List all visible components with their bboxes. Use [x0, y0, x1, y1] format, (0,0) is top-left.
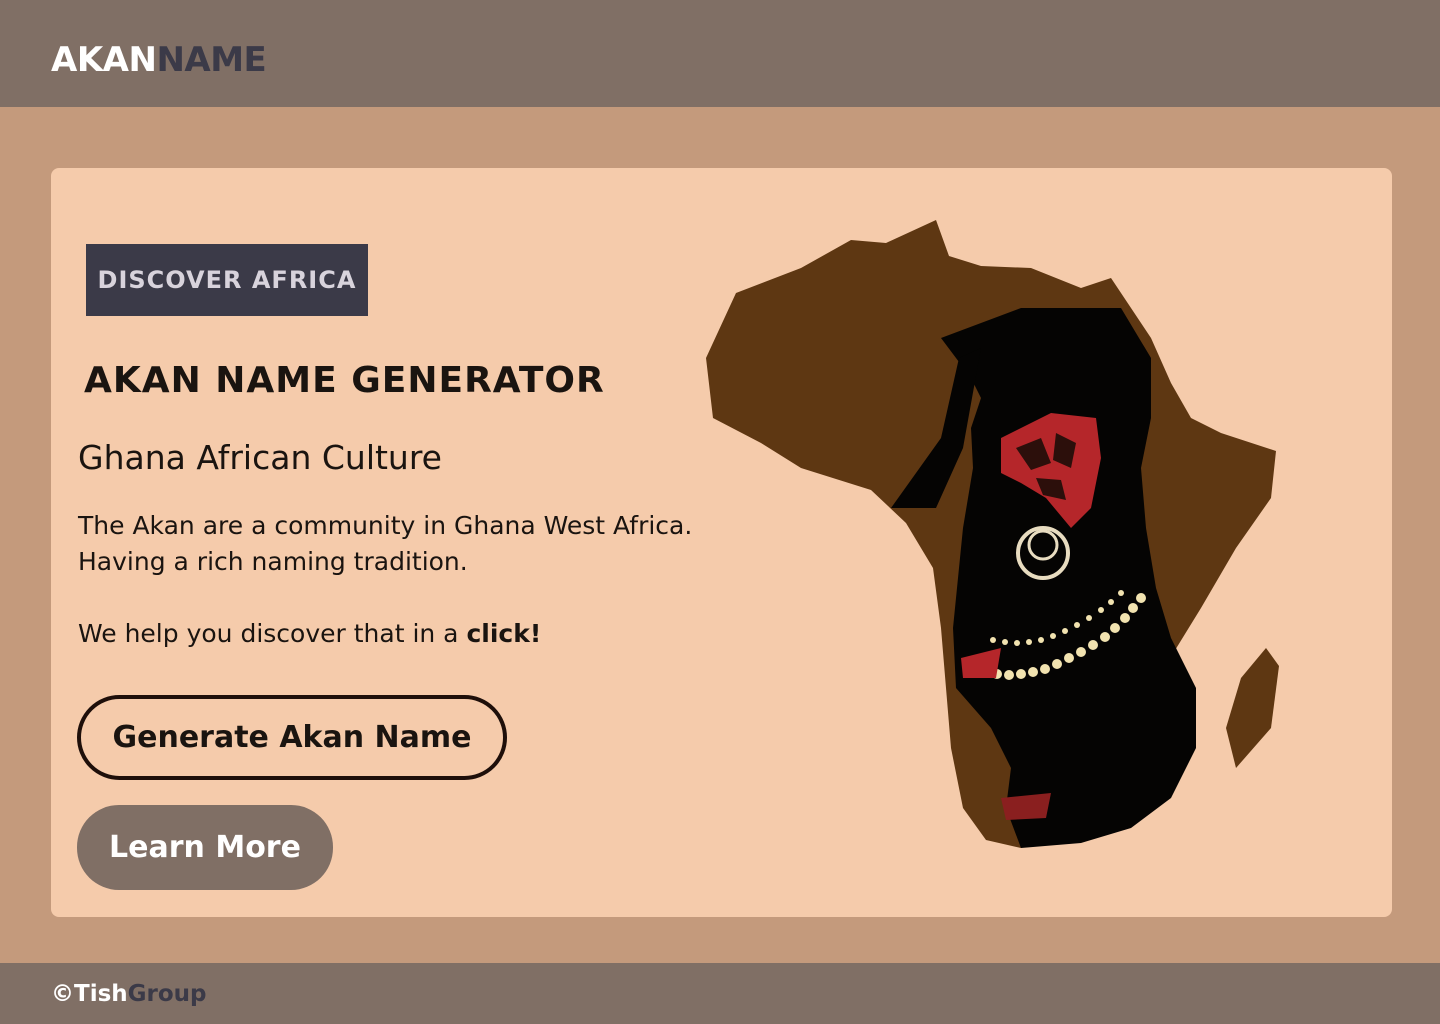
cta-paragraph: We help you discover that in a click! [78, 616, 541, 652]
discover-africa-badge: DISCOVER AFRICA [86, 244, 368, 316]
madagascar-shape [1226, 648, 1279, 768]
intro-line-2: Having a rich naming tradition. [78, 547, 468, 576]
hero-card: DISCOVER AFRICA AKAN NAME GENERATOR Ghan… [51, 168, 1392, 917]
cta-emphasis: click! [466, 619, 542, 648]
footer-copyright: ©TishGroup [51, 980, 207, 1008]
site-logo[interactable]: AKANNAME [51, 38, 267, 82]
logo-text-secondary: NAME [156, 40, 267, 80]
cta-text: We help you discover that in a [78, 619, 467, 648]
africa-map-woman-illustration [706, 220, 1279, 848]
page-title: AKAN NAME GENERATOR [84, 360, 605, 401]
copyright-part-1: ©Tish [51, 981, 128, 1007]
intro-line-1: The Akan are a community in Ghana West A… [78, 511, 693, 540]
site-header: AKANNAME [0, 0, 1440, 107]
site-footer: ©TishGroup [0, 963, 1440, 1024]
learn-more-button[interactable]: Learn More [77, 805, 333, 890]
page-subtitle: Ghana African Culture [78, 438, 442, 477]
generate-akan-name-button[interactable]: Generate Akan Name [77, 695, 507, 780]
logo-text-primary: AKAN [51, 40, 157, 80]
intro-paragraph: The Akan are a community in Ghana West A… [78, 508, 692, 580]
copyright-part-2: Group [127, 981, 207, 1007]
